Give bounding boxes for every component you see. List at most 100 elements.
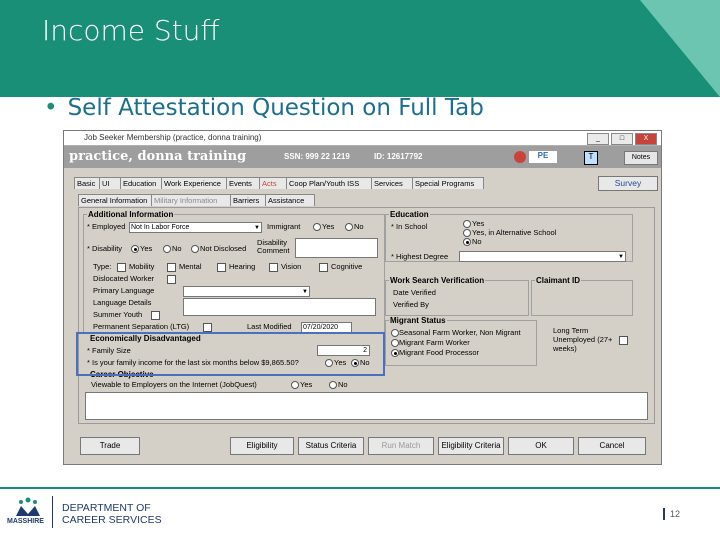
tab-services[interactable]: Services bbox=[371, 177, 415, 189]
education-title: Education bbox=[389, 210, 430, 219]
subtab-assistance[interactable]: Assistance bbox=[265, 194, 315, 206]
disability-yes-radio[interactable] bbox=[131, 245, 139, 253]
in-school-no-radio[interactable] bbox=[463, 238, 471, 246]
hearing-label: Hearing bbox=[229, 262, 256, 271]
tab-work-experience[interactable]: Work Experience bbox=[161, 177, 229, 189]
language-details-label: Language Details bbox=[93, 298, 152, 307]
in-school-label: * In School bbox=[391, 222, 428, 231]
verified-by-label: Verified By bbox=[393, 300, 429, 309]
disability-comment-field[interactable] bbox=[295, 238, 378, 258]
tab-acts[interactable]: Acts bbox=[259, 177, 289, 189]
minimize-button[interactable]: _ bbox=[587, 133, 609, 145]
cancel-button[interactable]: Cancel bbox=[578, 437, 646, 455]
employed-select[interactable]: Not In Labor Force ▼ bbox=[129, 222, 262, 233]
pe-badge[interactable]: PE bbox=[529, 151, 557, 163]
disability-no-label: No bbox=[172, 244, 182, 253]
subtab-general-information[interactable]: General Information bbox=[78, 194, 154, 206]
summer-youth-checkbox[interactable] bbox=[151, 311, 160, 320]
chevron-down-icon: ▼ bbox=[254, 225, 260, 231]
department-name: DEPARTMENT OF CAREER SERVICES bbox=[62, 502, 162, 526]
in-school-yes-radio[interactable] bbox=[463, 220, 471, 228]
id-label: ID: 12617792 bbox=[374, 152, 423, 161]
cognitive-checkbox[interactable] bbox=[319, 263, 328, 272]
survey-button[interactable]: Survey bbox=[598, 176, 658, 191]
disability-not-disclosed-radio[interactable] bbox=[191, 245, 199, 253]
disability-not-disclosed-label: Not Disclosed bbox=[200, 244, 247, 253]
ssn-label: SSN: 999 22 1219 bbox=[284, 152, 350, 161]
department-line-1: DEPARTMENT OF bbox=[62, 502, 151, 514]
career-objective-field[interactable] bbox=[85, 392, 648, 420]
in-school-label-text: In School bbox=[396, 222, 428, 231]
tab-basic[interactable]: Basic bbox=[74, 177, 102, 189]
employed-value: Not In Labor Force bbox=[131, 224, 190, 231]
customer-name: practice, donna training bbox=[69, 149, 247, 164]
eligibility-button[interactable]: Eligibility bbox=[230, 437, 294, 455]
disability-label: * Disability bbox=[87, 244, 123, 253]
notes-button[interactable]: Notes bbox=[624, 151, 658, 165]
last-modified-label: Last Modified bbox=[247, 322, 292, 331]
status-criteria-button[interactable]: Status Criteria bbox=[298, 437, 364, 455]
immigrant-no-label: No bbox=[354, 222, 364, 231]
trade-button[interactable]: Trade bbox=[80, 437, 140, 455]
type-label: Type: bbox=[93, 262, 112, 271]
bullet-dot-icon: • bbox=[44, 95, 58, 121]
migrant-farm-radio[interactable] bbox=[391, 339, 399, 347]
maximize-button[interactable]: □ bbox=[611, 133, 633, 145]
dislocated-worker-checkbox[interactable] bbox=[167, 275, 176, 284]
stop-icon[interactable] bbox=[514, 151, 526, 163]
eligibility-criteria-button[interactable]: Eligibility Criteria bbox=[438, 437, 504, 455]
subtab-barriers[interactable]: Barriers bbox=[230, 194, 268, 206]
migrant-food-label: Migrant Food Processor bbox=[399, 348, 480, 357]
long-term-label: Long Term Unemployed (27+ weeks) bbox=[553, 326, 613, 353]
dislocated-worker-label: Dislocated Worker bbox=[93, 274, 155, 283]
bullet-text-row: • Self Attestation Question on Full Tab bbox=[44, 95, 484, 121]
language-details-field[interactable] bbox=[183, 298, 376, 316]
t-badge[interactable]: T bbox=[584, 151, 598, 165]
primary-language-select[interactable]: ▼ bbox=[183, 286, 310, 297]
run-match-button[interactable]: Run Match bbox=[368, 437, 434, 455]
date-verified-label: Date Verified bbox=[393, 288, 436, 297]
in-school-alt-label: Yes, in Alternative School bbox=[472, 228, 557, 237]
vision-checkbox[interactable] bbox=[269, 263, 278, 272]
additional-info-title: Additional Information bbox=[87, 210, 175, 219]
bullet-text: Self Attestation Question on Full Tab bbox=[67, 95, 484, 121]
user-bar: practice, donna training SSN: 999 22 121… bbox=[64, 146, 661, 168]
general-info-panel: Additional Information * Employed Not In… bbox=[78, 207, 655, 424]
tab-special-programs[interactable]: Special Programs bbox=[412, 177, 484, 189]
immigrant-no-radio[interactable] bbox=[345, 223, 353, 231]
immigrant-yes-label: Yes bbox=[322, 222, 335, 231]
footer-divider bbox=[0, 487, 720, 489]
viewable-no-radio[interactable] bbox=[329, 381, 337, 389]
in-school-yes-label: Yes bbox=[472, 219, 485, 228]
claimant-id-group bbox=[531, 280, 633, 316]
mobility-checkbox[interactable] bbox=[117, 263, 126, 272]
tab-coop-plan[interactable]: Coop Plan/Youth ISS bbox=[286, 177, 374, 189]
subtab-military-information[interactable]: Military Information bbox=[151, 194, 233, 206]
long-term-checkbox[interactable] bbox=[619, 336, 628, 345]
mental-checkbox[interactable] bbox=[167, 263, 176, 272]
migrant-status-title: Migrant Status bbox=[389, 316, 447, 325]
disability-no-radio[interactable] bbox=[163, 245, 171, 253]
tab-education[interactable]: Education bbox=[120, 177, 164, 189]
work-search-group bbox=[385, 280, 529, 316]
mental-label: Mental bbox=[179, 262, 202, 271]
tab-events[interactable]: Events bbox=[226, 177, 262, 189]
in-school-no-label: No bbox=[472, 237, 482, 246]
chevron-down-icon: ▼ bbox=[302, 289, 308, 295]
in-school-alt-radio[interactable] bbox=[463, 229, 471, 237]
window-title: Job Seeker Membership (practice, donna t… bbox=[84, 133, 262, 142]
viewable-no-label: No bbox=[338, 380, 348, 389]
close-button[interactable]: X bbox=[635, 133, 657, 145]
migrant-food-radio[interactable] bbox=[391, 349, 399, 357]
employed-label-text: Employed bbox=[92, 222, 126, 231]
hearing-checkbox[interactable] bbox=[217, 263, 226, 272]
work-search-title: Work Search Verification bbox=[389, 276, 486, 285]
vision-label: Vision bbox=[281, 262, 302, 271]
ok-button[interactable]: OK bbox=[508, 437, 574, 455]
viewable-yes-radio[interactable] bbox=[291, 381, 299, 389]
permanent-separation-checkbox[interactable] bbox=[203, 323, 212, 332]
migrant-seasonal-radio[interactable] bbox=[391, 329, 399, 337]
highest-degree-select[interactable]: ▼ bbox=[459, 251, 626, 262]
immigrant-label: Immigrant bbox=[267, 222, 301, 231]
immigrant-yes-radio[interactable] bbox=[313, 223, 321, 231]
